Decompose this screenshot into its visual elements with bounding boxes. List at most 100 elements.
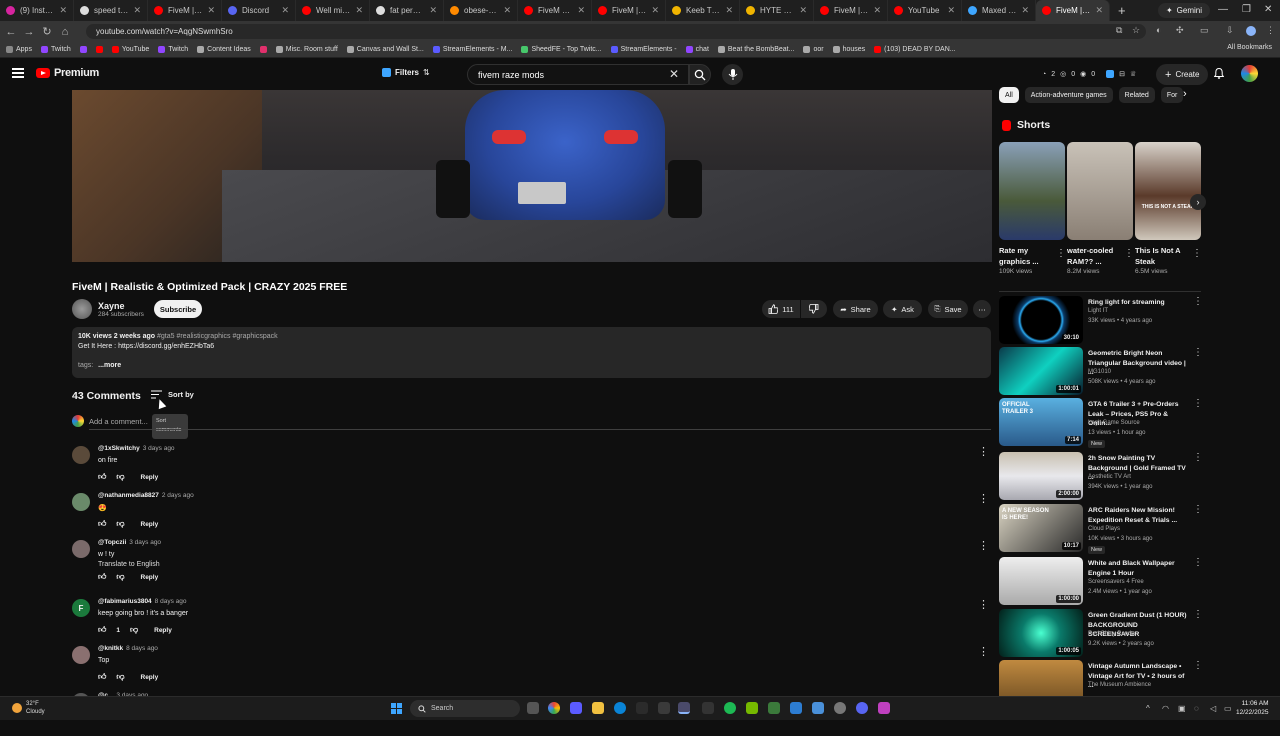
video-title[interactable]: ARC Raiders New Mission! Expedition Rese… [1088, 506, 1190, 525]
like-button[interactable]: 111 [762, 300, 800, 318]
comment-date[interactable]: 8 days ago [155, 598, 187, 605]
comment-date[interactable]: 3 days ago [129, 539, 161, 546]
commenter-avatar[interactable] [72, 540, 90, 558]
close-tab-icon[interactable]: ✕ [133, 5, 141, 16]
copilot-icon[interactable] [570, 702, 582, 714]
filter-chip[interactable]: Related [1118, 87, 1155, 103]
terminal-icon[interactable] [702, 702, 714, 714]
browser-tab[interactable]: Keeb TKL Key ✕ [666, 0, 740, 21]
video-thumbnail[interactable]: A NEW SEASON IS HERE! 10:17 [999, 504, 1083, 552]
profile-avatar[interactable] [1246, 26, 1256, 36]
commenter-avatar[interactable]: F [72, 599, 90, 617]
battery-icon[interactable]: ▭ [1224, 704, 1232, 713]
thumb-up-icon[interactable]: 👍︎ [98, 572, 106, 582]
video-menu-icon[interactable]: ⋮ [1193, 660, 1203, 671]
video-menu-icon[interactable]: ⋮ [1193, 557, 1203, 568]
short-menu-icon[interactable]: ⋮ [1192, 248, 1202, 259]
browser-tab[interactable]: FiveM | TOP-T ✕ [814, 0, 888, 21]
url-bar[interactable]: youtube.com/watch?v=AqgNSwmhSro [86, 24, 1146, 39]
short-menu-icon[interactable]: ⋮ [1056, 248, 1066, 259]
extension-badge-icon[interactable] [1106, 70, 1115, 78]
volume-icon[interactable]: ◁ [1210, 704, 1216, 713]
channel-avatar[interactable] [72, 299, 92, 319]
channel-name[interactable]: Xayne [98, 301, 125, 311]
recommended-video[interactable]: 2:00:00 2h Snow Painting TV Background | … [999, 452, 1204, 502]
thumb-up-icon[interactable]: 👍︎ [98, 672, 106, 682]
video-menu-icon[interactable]: ⋮ [1193, 452, 1203, 463]
thumb-down-icon[interactable]: 👎︎ [130, 625, 138, 635]
filter-chip[interactable]: For [1160, 87, 1184, 103]
short-card[interactable]: Rate my graphics ... 109K views ⋮ [999, 142, 1066, 275]
edge-icon[interactable] [614, 702, 626, 714]
bookmark-item[interactable] [259, 46, 267, 53]
close-tab-icon[interactable]: ✕ [651, 5, 659, 16]
bookmark-item[interactable]: oor [803, 46, 824, 53]
subscribe-button[interactable]: Subscribe [154, 300, 202, 318]
video-thumbnail[interactable]: 2:00:00 [999, 452, 1083, 500]
video-title[interactable]: Ring light for streaming [1088, 298, 1190, 308]
recommended-video[interactable]: 1:00:01 Geometric Bright Neon Triangular … [999, 347, 1204, 397]
video-thumbnail[interactable]: 1:00:00 [999, 557, 1083, 605]
comment-author[interactable]: @1xSkwitchy 3 days ago [98, 445, 175, 452]
video-channel[interactable]: Light IT [1088, 308, 1108, 314]
file-explorer-icon[interactable] [592, 702, 604, 714]
recommended-video[interactable]: 30:10 Ring light for streaming Light IT 33K… [999, 296, 1204, 346]
account-avatar[interactable] [1241, 65, 1258, 82]
discord-icon[interactable] [856, 702, 868, 714]
video-thumbnail[interactable]: 1:00:05 [999, 609, 1083, 657]
bookmark-item[interactable] [95, 46, 103, 53]
puzzle-icon[interactable]: ✣ [1176, 25, 1184, 36]
bookmark-item[interactable]: Canvas and Wall St... [346, 46, 424, 53]
comment-username[interactable]: @nathanmedia8827 [98, 492, 159, 499]
clear-search-icon[interactable]: ✕ [669, 67, 679, 81]
thumb-up-icon[interactable]: 👍︎ [98, 472, 106, 482]
close-tab-icon[interactable]: ✕ [799, 5, 807, 16]
video-menu-icon[interactable]: ⋮ [1193, 504, 1203, 515]
comment-menu-icon[interactable]: ⋮ [978, 645, 989, 658]
filters-button[interactable]: Filters ⇅ [382, 68, 430, 77]
close-tab-icon[interactable]: ✕ [873, 5, 881, 16]
video-channel[interactable]: Legit Game Source [1088, 420, 1140, 426]
network-icon[interactable]: ◠ [1162, 704, 1169, 713]
comment-date[interactable]: 2 days ago [162, 492, 194, 499]
spotify-icon[interactable] [724, 702, 736, 714]
sidepanel-icon[interactable]: ▭ [1200, 25, 1209, 36]
thumb-up-icon[interactable]: 👍︎ [98, 625, 106, 635]
close-tab-icon[interactable]: ✕ [947, 5, 955, 16]
share-button[interactable]: ➦ Share [833, 300, 878, 318]
dislike-button[interactable] [801, 300, 827, 318]
browser-tab[interactable]: YouTube ✕ [888, 0, 962, 21]
bookmark-item[interactable]: houses [832, 46, 865, 53]
nvidia-icon[interactable] [746, 702, 758, 714]
bookmark-item[interactable]: Twitch [40, 46, 71, 53]
show-more-link[interactable]: ...more [98, 362, 121, 369]
recommended-video[interactable]: 1:00:05 Green Gradient Dust (1 HOUR) BACK… [999, 609, 1204, 659]
thumb-down-icon[interactable]: 👎︎ [116, 572, 124, 582]
comment-username[interactable]: @knitkk [98, 645, 123, 652]
steam-icon[interactable] [636, 702, 648, 714]
reply-button[interactable]: Reply [141, 574, 159, 581]
video-title[interactable]: White and Black Wallpaper Engine 1 Hour [1088, 559, 1190, 578]
recommended-video[interactable]: OFFICIAL TRAILER 3 7:14 GTA 6 Trailer 3 + … [999, 398, 1204, 448]
browser-tab[interactable]: obese-man-sit ✕ [444, 0, 518, 21]
home-icon[interactable]: ⌂ [56, 26, 74, 38]
video-thumbnail[interactable]: 30:10 [999, 296, 1083, 344]
close-tab-icon[interactable]: ✕ [207, 5, 215, 16]
thumb-down-icon[interactable]: 👎︎ [116, 519, 124, 529]
commenter-avatar[interactable] [72, 446, 90, 464]
create-button[interactable]: + Create [1156, 64, 1209, 85]
browser-tab[interactable]: FiveM | ULTIM ✕ [592, 0, 666, 21]
browser-tab[interactable]: FiveM | ULTIM ✕ [148, 0, 222, 21]
bookmark-item[interactable]: Content Ideas [197, 46, 251, 53]
save-button[interactable]: ⎘ Save [928, 300, 968, 318]
reply-button[interactable]: Reply [141, 474, 159, 481]
short-card[interactable]: water-cooled RAM?? ... 8.2M views ⋮ [1067, 142, 1134, 275]
thumb-down-icon[interactable]: 👎︎ [116, 672, 124, 682]
bookmark-item[interactable]: SheedFE - Top Twitc... [521, 46, 602, 53]
thumb-down-icon[interactable]: 👎︎ [116, 472, 124, 482]
back-icon[interactable]: ← [2, 26, 20, 38]
video-menu-icon[interactable]: ⋮ [1193, 609, 1203, 620]
video-channel[interactable]: Screensavers 4 Free [1088, 579, 1144, 585]
bookmark-item[interactable] [79, 46, 87, 53]
close-tab-icon[interactable]: ✕ [429, 5, 437, 16]
